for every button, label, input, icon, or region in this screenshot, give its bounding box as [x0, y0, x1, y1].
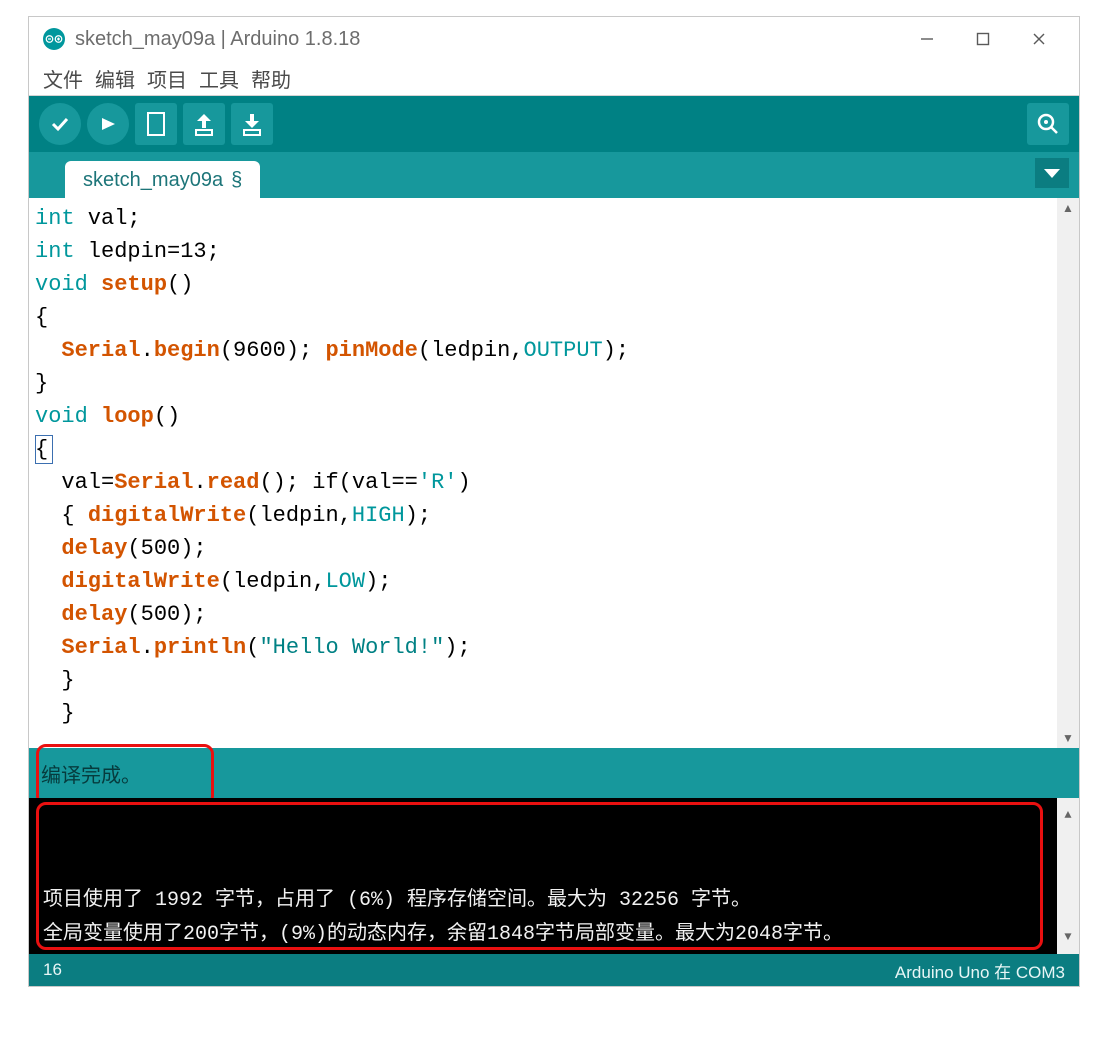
save-sketch-button[interactable]	[231, 103, 273, 145]
menubar: 文件 编辑 项目 工具 帮助	[29, 61, 1079, 96]
code-editor[interactable]: int val; int ledpin=13; void setup() { S…	[29, 198, 1079, 748]
close-button[interactable]	[1011, 21, 1067, 57]
scroll-up-icon[interactable]: ▲	[1064, 798, 1071, 832]
new-sketch-button[interactable]	[135, 103, 177, 145]
serial-monitor-button[interactable]	[1027, 103, 1069, 145]
upload-button[interactable]	[87, 103, 129, 145]
output-console[interactable]: 项目使用了 1992 字节，占用了 (6%) 程序存储空间。最大为 32256 …	[29, 798, 1079, 954]
footer-bar: 16 Arduino Uno 在 COM3	[29, 954, 1079, 986]
scroll-down-icon[interactable]: ▼	[1057, 728, 1079, 748]
scroll-up-icon[interactable]: ▲	[1057, 198, 1079, 218]
toolbar	[29, 96, 1079, 152]
menu-help[interactable]: 帮助	[245, 64, 297, 93]
maximize-button[interactable]	[955, 21, 1011, 57]
open-sketch-button[interactable]	[183, 103, 225, 145]
text-caret	[35, 435, 53, 464]
scroll-down-icon[interactable]: ▼	[1064, 920, 1071, 954]
console-scrollbar[interactable]: ▲ ▼	[1057, 798, 1079, 954]
verify-button[interactable]	[39, 103, 81, 145]
tab-sketch[interactable]: sketch_may09a §	[65, 161, 260, 198]
minimize-button[interactable]	[899, 21, 955, 57]
tab-label: sketch_may09a	[83, 169, 223, 192]
code-content: int val; int ledpin=13; void setup() { S…	[29, 198, 1079, 730]
arduino-window: sketch_may09a | Arduino 1.8.18 文件 编辑 项目 …	[28, 16, 1080, 987]
annotation-box-status	[36, 744, 214, 806]
console-wrap: 项目使用了 1992 字节，占用了 (6%) 程序存储空间。最大为 32256 …	[29, 798, 1079, 954]
titlebar[interactable]: sketch_may09a | Arduino 1.8.18	[29, 17, 1079, 61]
board-port-label: Arduino Uno 在 COM3	[895, 958, 1065, 983]
arduino-logo-icon	[43, 28, 65, 50]
tabs-dropdown-button[interactable]	[1035, 158, 1069, 188]
tabstrip: sketch_may09a §	[29, 152, 1079, 198]
menu-sketch[interactable]: 项目	[141, 64, 193, 93]
annotation-box-console	[36, 802, 1043, 950]
build-status-bar: 编译完成。	[29, 748, 1079, 798]
editor-scrollbar[interactable]: ▲ ▼	[1057, 198, 1079, 748]
menu-edit[interactable]: 编辑	[89, 64, 141, 93]
window-title: sketch_may09a | Arduino 1.8.18	[75, 28, 360, 51]
menu-file[interactable]: 文件	[37, 64, 89, 93]
tab-dirty-marker: §	[231, 169, 242, 192]
menu-tools[interactable]: 工具	[193, 64, 245, 93]
